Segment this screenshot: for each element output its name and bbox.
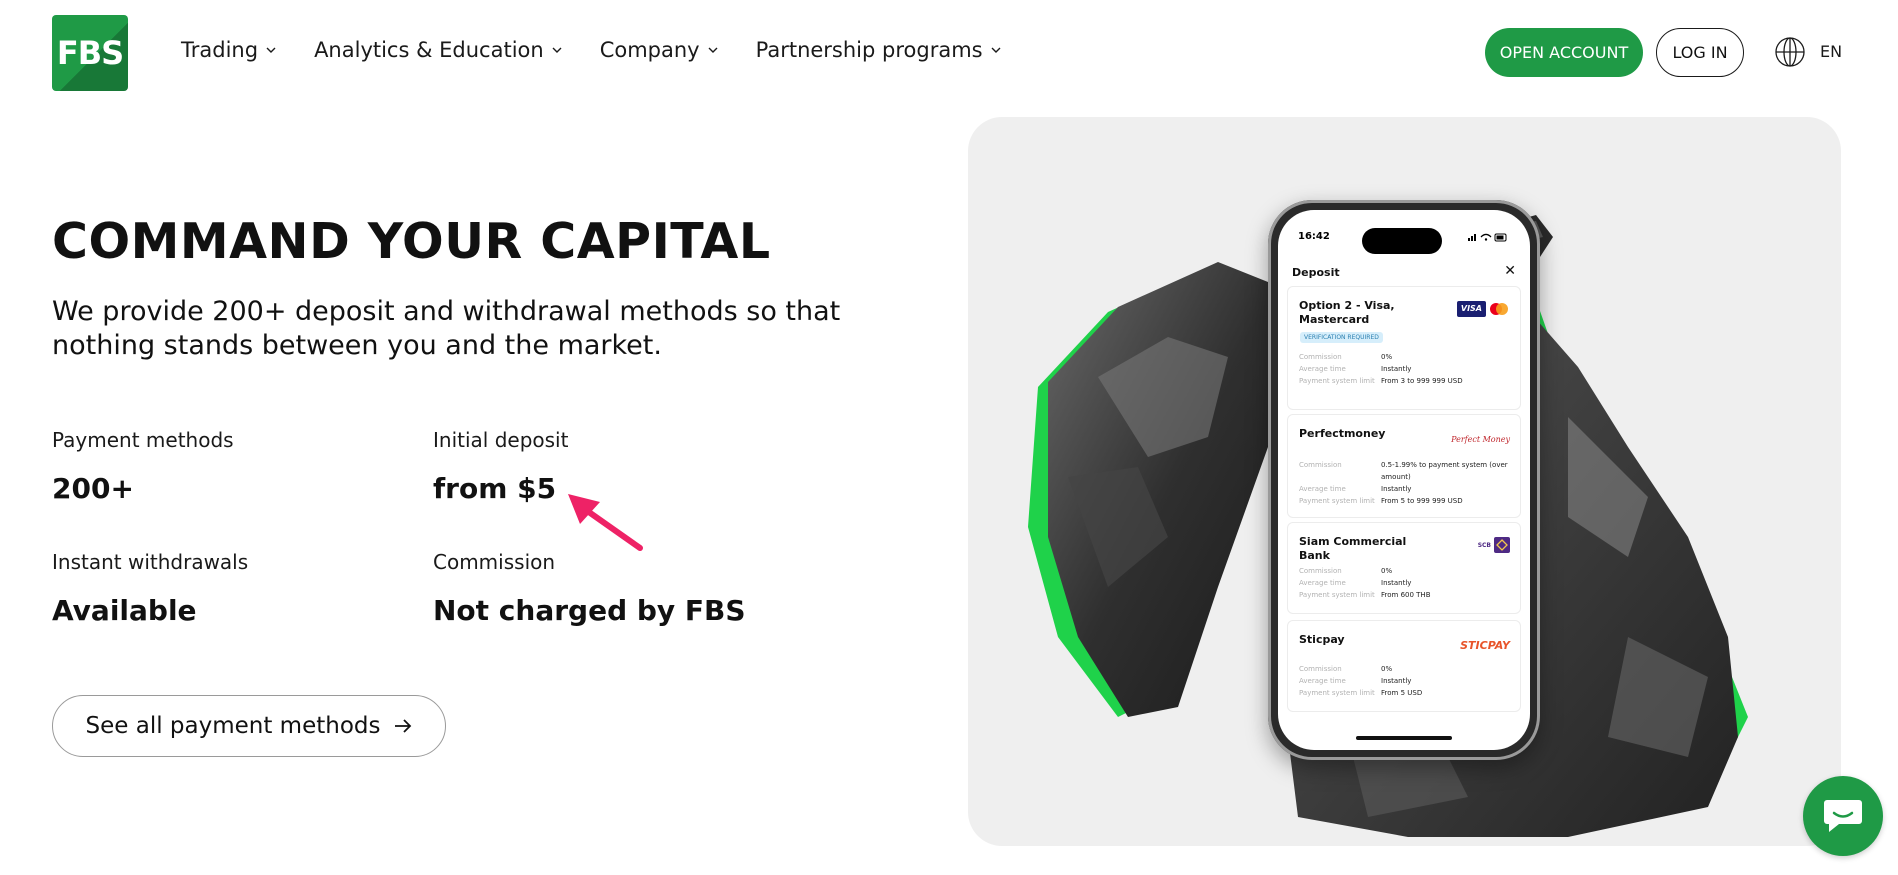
arrow-right-icon bbox=[395, 719, 412, 733]
sticpay-icon: STICPAY bbox=[1460, 639, 1510, 652]
detail-row: Average time Instantly bbox=[1299, 677, 1412, 685]
home-indicator bbox=[1356, 736, 1452, 740]
detail-row: Payment system limit From 600 THB bbox=[1299, 591, 1431, 599]
payment-method-card[interactable]: Option 2 - Visa, Mastercard VERIFICATION… bbox=[1287, 286, 1521, 410]
payment-method-card[interactable]: Siam Commercial Bank SCB Commission 0% Av… bbox=[1287, 522, 1521, 614]
payment-method-name: Perfectmoney bbox=[1299, 427, 1386, 440]
deposit-title: Deposit bbox=[1292, 266, 1340, 279]
detail-row: Commission 0% bbox=[1299, 567, 1393, 575]
chevron-down-icon bbox=[708, 47, 718, 53]
stat-value-commission: Not charged by FBS bbox=[433, 594, 746, 627]
payment-method-card[interactable]: Sticpay STICPAY Commission 0% Average tim… bbox=[1287, 620, 1521, 712]
stat-label-commission: Commission bbox=[433, 550, 556, 574]
payment-details: Commission 0.5-1.99% to payment system (o… bbox=[1299, 459, 1515, 507]
payment-details: Commission 0% Average time Instantly Payme… bbox=[1299, 663, 1515, 699]
stat-value-initial-deposit: from $5 bbox=[433, 472, 557, 505]
payment-method-card[interactable]: Perfectmoney Perfect Money Commission 0.5… bbox=[1287, 414, 1521, 518]
mastercard-logo bbox=[1490, 303, 1508, 315]
stat-value-instant-withdrawals: Available bbox=[52, 594, 197, 627]
nav-item-label: Trading bbox=[181, 38, 259, 62]
scb-emblem bbox=[1494, 537, 1510, 553]
detail-row: Payment system limit From 3 to 999 999 US… bbox=[1299, 377, 1463, 385]
nav-item-label: Analytics & Education bbox=[314, 38, 544, 62]
close-icon[interactable]: ✕ bbox=[1504, 263, 1516, 279]
status-time: 16:42 bbox=[1298, 231, 1330, 242]
detail-row: Commission 0% bbox=[1299, 353, 1393, 361]
phone-mockup: 16:42 Deposit ✕ Option 2 - Visa, Masterc… bbox=[1268, 200, 1540, 760]
chevron-down-icon bbox=[991, 47, 1001, 53]
site-header: FBS Trading Analytics & Education Compan… bbox=[0, 0, 1898, 105]
phone-screen: 16:42 Deposit ✕ Option 2 - Visa, Masterc… bbox=[1278, 210, 1530, 750]
log-in-button[interactable]: LOG IN bbox=[1656, 28, 1744, 77]
detail-row: Commission 0% bbox=[1299, 665, 1393, 673]
open-account-button[interactable]: OPEN ACCOUNT bbox=[1485, 28, 1643, 77]
payment-method-name: Siam Commercial Bank bbox=[1299, 535, 1407, 562]
chevron-down-icon bbox=[266, 47, 276, 53]
stat-label-payment-methods: Payment methods bbox=[52, 428, 234, 452]
language-selector[interactable]: EN bbox=[1820, 42, 1842, 61]
detail-row: Commission 0.5-1.99% to payment system (o… bbox=[1299, 461, 1508, 481]
see-all-payment-methods-button[interactable]: See all payment methods bbox=[52, 695, 446, 757]
nav-item-label: Company bbox=[599, 38, 700, 62]
detail-row: Average time Instantly bbox=[1299, 579, 1412, 587]
detail-row: Average time Instantly bbox=[1299, 365, 1412, 373]
nav-item-trading[interactable]: Trading bbox=[181, 38, 276, 62]
annotation-arrow-icon bbox=[568, 494, 643, 551]
chat-widget-button[interactable] bbox=[1803, 776, 1883, 856]
scb-icon: SCB bbox=[1478, 537, 1510, 553]
detail-row: Payment system limit From 5 to 999 999 US… bbox=[1299, 497, 1463, 505]
button-label: See all payment methods bbox=[85, 713, 381, 739]
nav-item-label: Partnership programs bbox=[755, 38, 983, 62]
visa-logo-text: VISA bbox=[1456, 301, 1486, 317]
dynamic-island bbox=[1362, 228, 1442, 254]
nav-item-analytics[interactable]: Analytics & Education bbox=[314, 38, 562, 62]
stat-label-instant-withdrawals: Instant withdrawals bbox=[52, 550, 249, 574]
page-subtitle: We provide 200+ deposit and withdrawal m… bbox=[52, 296, 841, 361]
chevron-down-icon bbox=[552, 47, 562, 53]
status-icons bbox=[1468, 233, 1507, 242]
payment-method-name: Sticpay bbox=[1299, 633, 1345, 646]
logo-text: FBS bbox=[56, 34, 124, 72]
globe-icon[interactable] bbox=[1774, 36, 1806, 68]
stat-label-initial-deposit: Initial deposit bbox=[433, 428, 569, 452]
nav-item-partnership[interactable]: Partnership programs bbox=[756, 38, 1001, 62]
stat-value-payment-methods: 200+ bbox=[52, 472, 134, 505]
page-title: COMMAND YOUR CAPITAL bbox=[52, 213, 771, 270]
main-nav: Trading Analytics & Education Company Pa… bbox=[181, 38, 1001, 62]
chat-bubble-icon bbox=[1824, 800, 1862, 832]
detail-row: Payment system limit From 5 USD bbox=[1299, 689, 1423, 697]
fbs-logo[interactable]: FBS bbox=[52, 15, 128, 91]
perfect-money-icon: Perfect Money bbox=[1451, 435, 1510, 444]
payment-details: Commission 0% Average time Instantly Payme… bbox=[1299, 565, 1515, 601]
verification-badge: VERIFICATION REQUIRED bbox=[1300, 332, 1383, 343]
visa-mastercard-icon: VISA bbox=[1456, 301, 1510, 317]
nav-item-company[interactable]: Company bbox=[600, 38, 718, 62]
payment-details: Commission 0% Average time Instantly Payme… bbox=[1299, 351, 1515, 387]
detail-row: Average time Instantly bbox=[1299, 485, 1412, 493]
payment-method-name: Option 2 - Visa, Mastercard bbox=[1299, 299, 1395, 326]
